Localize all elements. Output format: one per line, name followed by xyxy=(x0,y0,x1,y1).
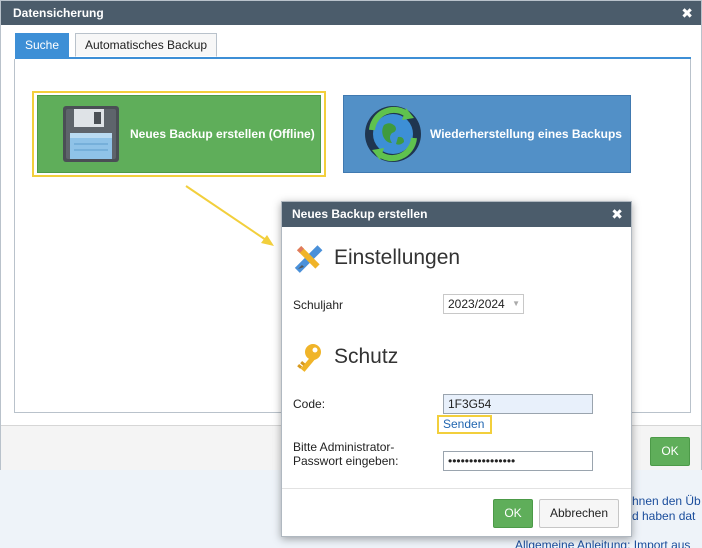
tab-suche[interactable]: Suche xyxy=(15,33,70,57)
key-icon xyxy=(297,344,321,372)
background-text-line: hnen den Üb xyxy=(632,494,701,508)
restore-backup-label: Wiederherstellung eines Backups xyxy=(430,127,622,141)
chevron-down-icon: ▼ xyxy=(512,299,520,308)
protection-heading: Schutz xyxy=(293,341,398,373)
schuljahr-value: 2023/2024 xyxy=(448,297,505,311)
dialog-divider xyxy=(282,488,631,489)
schuljahr-label: Schuljahr xyxy=(293,298,344,312)
password-label-line2: Passwort eingeben: xyxy=(293,454,399,468)
code-label: Code: xyxy=(293,397,326,411)
dialog-title: Neues Backup erstellen xyxy=(282,202,631,227)
send-link[interactable]: Senden xyxy=(443,417,484,431)
pencil-ruler-icon xyxy=(294,245,323,273)
tab-automatic-backup[interactable]: Automatisches Backup xyxy=(75,33,218,57)
password-field[interactable]: •••••••••••••••• xyxy=(443,451,593,471)
code-field[interactable]: 1F3G54 xyxy=(443,394,593,414)
dialog-cancel-button[interactable]: Abbrechen xyxy=(539,499,619,528)
create-backup-label: Neues Backup erstellen (Offline) xyxy=(130,127,315,141)
password-label-line1: Bitte Administrator- xyxy=(293,440,395,454)
restore-backup-button[interactable]: Wiederherstellung eines Backups xyxy=(343,95,631,173)
settings-heading: Einstellungen xyxy=(293,242,460,274)
new-backup-dialog: Neues Backup erstellen ✖ Einstellungen S… xyxy=(281,201,632,537)
schuljahr-select[interactable]: 2023/2024 ▼ xyxy=(443,294,524,314)
globe-refresh-icon xyxy=(365,106,421,162)
dialog-ok-button[interactable]: OK xyxy=(493,499,533,528)
protection-heading-text: Schutz xyxy=(334,345,399,368)
background-text-line: d haben dat xyxy=(632,509,696,523)
create-backup-button[interactable]: Neues Backup erstellen (Offline) xyxy=(37,95,321,173)
window-title: Datensicherung xyxy=(1,1,701,25)
background-guide-link[interactable]: Allgemeine Anleitung: Import aus xyxy=(515,538,690,548)
window-close-icon[interactable]: ✖ xyxy=(681,1,693,25)
dialog-close-icon[interactable]: ✖ xyxy=(611,202,623,227)
window-ok-button[interactable]: OK xyxy=(650,437,690,466)
floppy-disk-icon xyxy=(63,106,119,162)
settings-heading-text: Einstellungen xyxy=(334,246,461,269)
